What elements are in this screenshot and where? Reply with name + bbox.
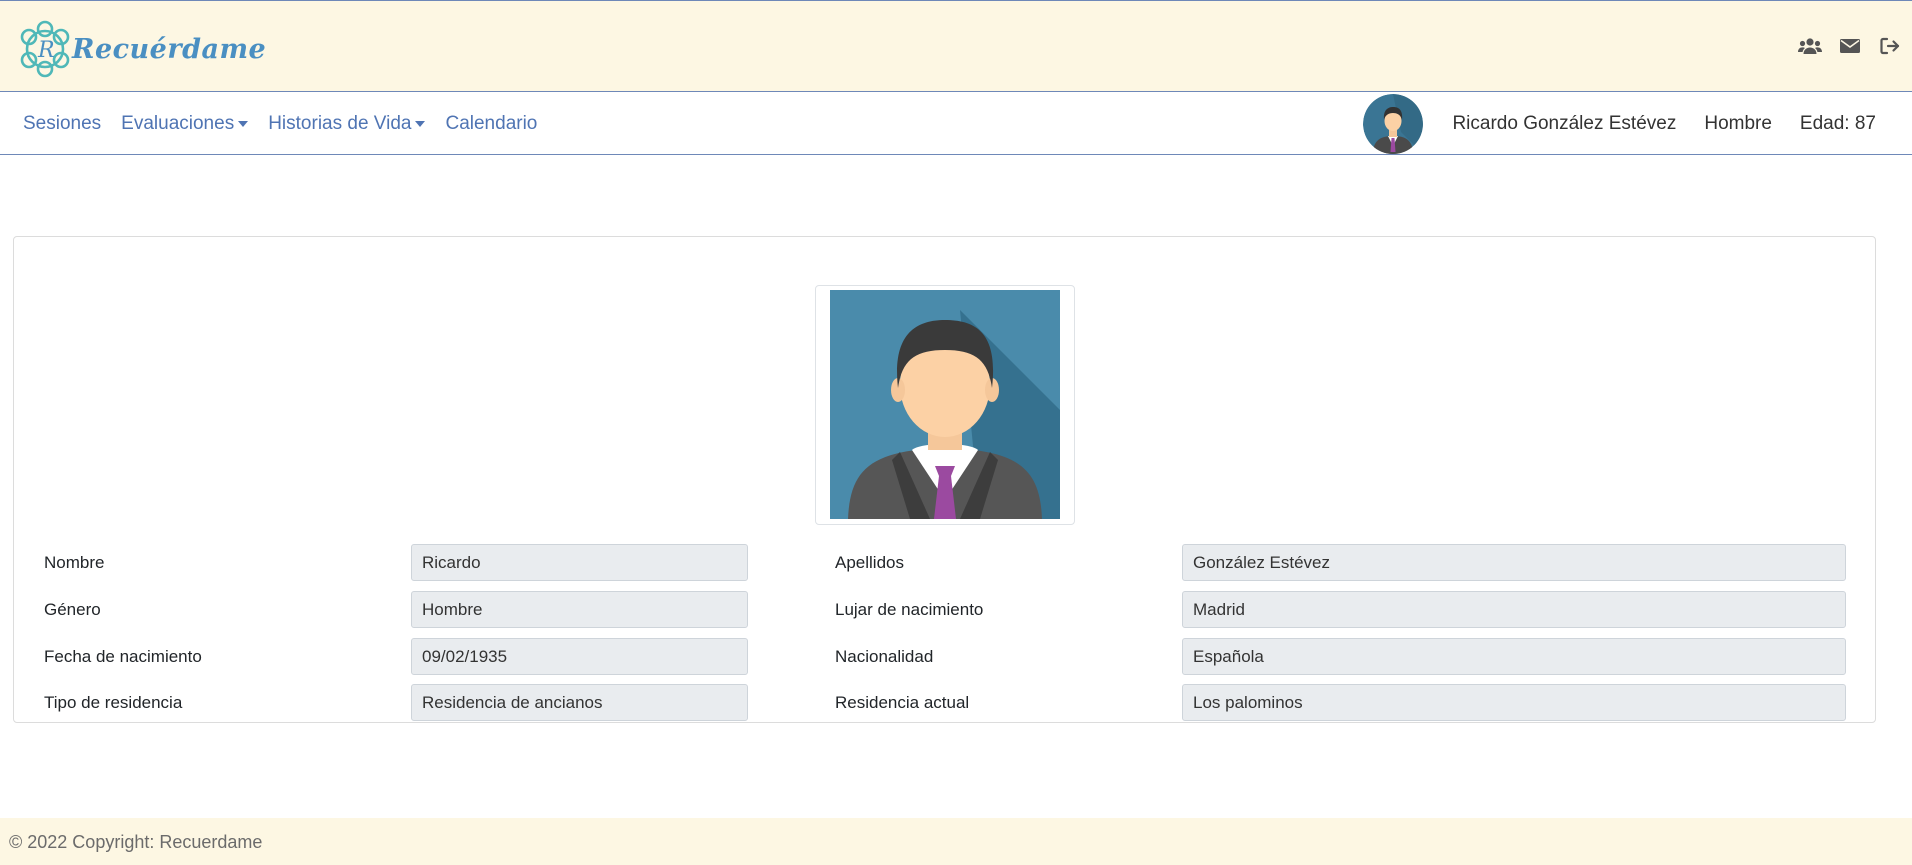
caret-down-icon bbox=[415, 121, 426, 127]
input-nombre[interactable]: Ricardo bbox=[411, 544, 748, 581]
patient-avatar[interactable] bbox=[1363, 93, 1424, 154]
nav-sesiones[interactable]: Sesiones bbox=[23, 113, 101, 135]
input-lugar-nacimiento[interactable]: Madrid bbox=[1182, 591, 1846, 628]
nav-historias-dropdown[interactable]: Historias de Vida bbox=[268, 112, 426, 135]
patient-age: Edad: 87 bbox=[1799, 112, 1876, 134]
svg-text:R: R bbox=[37, 38, 55, 63]
nav-sesiones-label: Sesiones bbox=[23, 112, 102, 134]
nav-evaluaciones-label: Evaluaciones bbox=[121, 112, 235, 134]
copyright-text: © 2022 Copyright: Recuerdame bbox=[9, 832, 263, 852]
nav-calendario-label: Calendario bbox=[445, 112, 538, 134]
person-avatar-icon bbox=[830, 290, 1060, 519]
label-nombre: Nombre bbox=[44, 553, 105, 572]
label-lugar-nacimiento: Lujar de nacimiento bbox=[835, 600, 984, 619]
main-navbar: Sesiones Evaluaciones Historias de Vida … bbox=[0, 92, 1912, 155]
label-tipo-residencia: Tipo de residencia bbox=[44, 693, 183, 712]
page-footer: © 2022 Copyright: Recuerdame bbox=[0, 818, 1912, 865]
patient-profile-card: Nombre Ricardo Apellidos González Estéve… bbox=[13, 236, 1876, 723]
brain-logo-icon: R bbox=[20, 20, 70, 78]
label-genero: Género bbox=[44, 600, 101, 619]
caret-down-icon bbox=[238, 121, 249, 127]
label-apellidos: Apellidos bbox=[835, 553, 904, 572]
input-tipo-residencia[interactable]: Residencia de ancianos bbox=[411, 684, 748, 721]
logo-text: Recuérdame bbox=[72, 33, 267, 65]
input-nacionalidad[interactable]: Española bbox=[1182, 638, 1846, 675]
patient-gender: Hombre bbox=[1704, 112, 1772, 134]
label-nacionalidad: Nacionalidad bbox=[835, 647, 934, 666]
input-apellidos[interactable]: González Estévez bbox=[1182, 544, 1846, 581]
nav-historias-label: Historias de Vida bbox=[268, 112, 412, 134]
input-fecha-nacimiento[interactable]: 09/02/1935 bbox=[411, 638, 748, 675]
sign-out-icon[interactable] bbox=[1878, 35, 1902, 57]
input-residencia-actual[interactable]: Los palominos bbox=[1182, 684, 1846, 721]
patient-photo bbox=[815, 285, 1075, 525]
label-residencia-actual: Residencia actual bbox=[835, 693, 970, 712]
label-fecha-nacimiento: Fecha de nacimiento bbox=[44, 647, 202, 666]
input-genero[interactable]: Hombre bbox=[411, 591, 748, 628]
nav-calendario[interactable]: Calendario bbox=[445, 113, 537, 135]
patient-name: Ricardo González Estévez bbox=[1452, 112, 1677, 134]
nav-evaluaciones-dropdown[interactable]: Evaluaciones bbox=[121, 112, 249, 135]
app-logo[interactable]: R Recuérdame bbox=[16, 19, 266, 79]
envelope-icon[interactable] bbox=[1838, 35, 1862, 57]
users-icon[interactable] bbox=[1798, 35, 1822, 57]
app-header: R Recuérdame bbox=[0, 0, 1912, 92]
